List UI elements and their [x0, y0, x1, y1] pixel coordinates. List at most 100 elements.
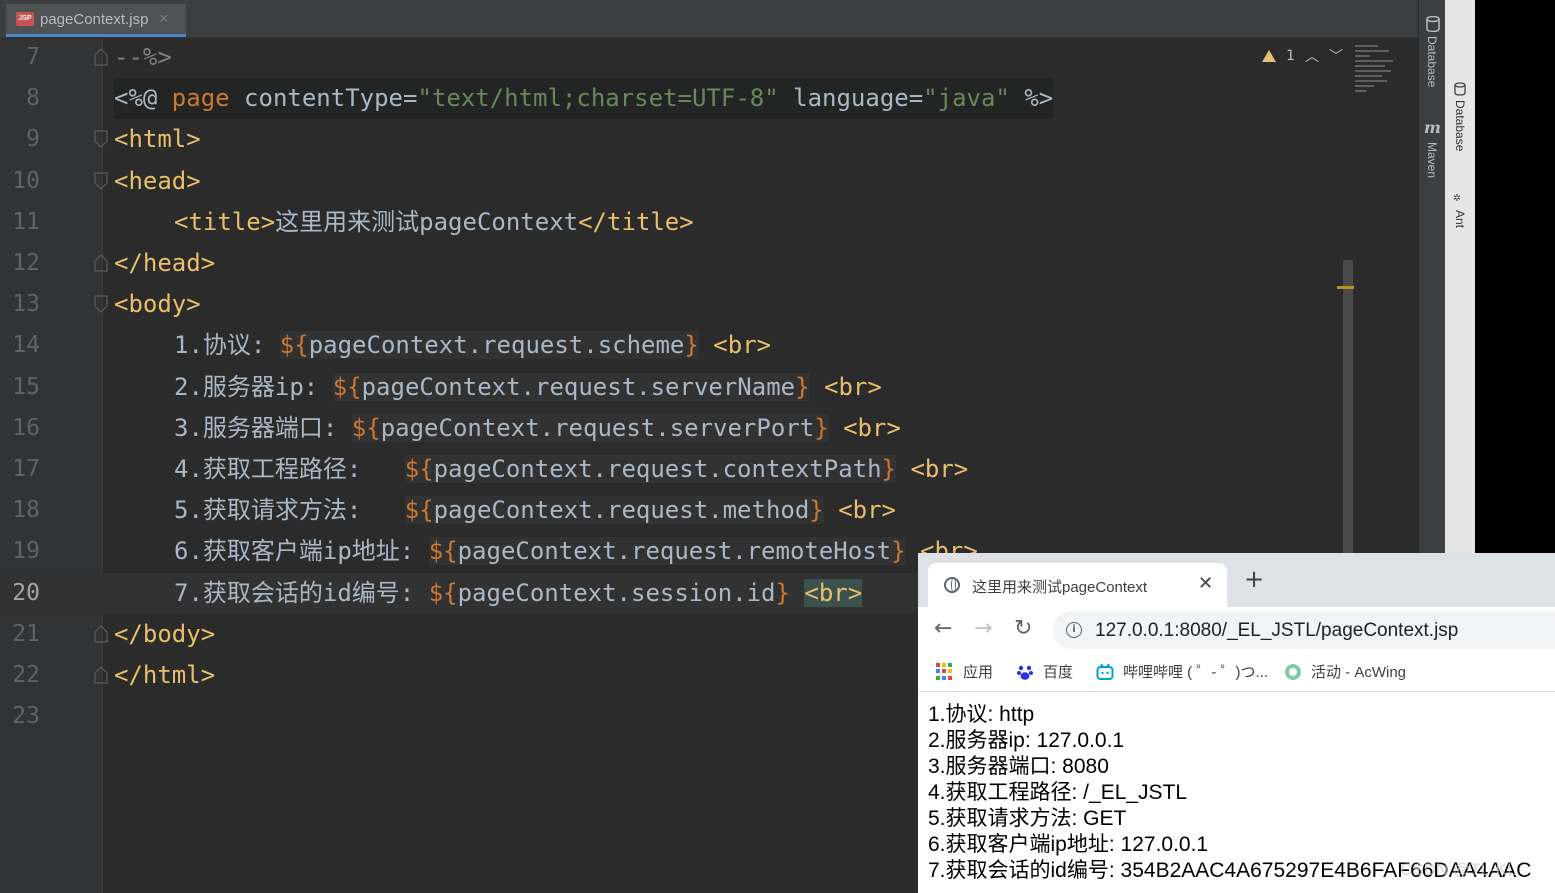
browser-window: 这里用来测试pageContext ✕ + ← → ↻ i 127.0.0.1:…	[918, 553, 1555, 893]
fold-marker-icon[interactable]	[94, 666, 108, 684]
code-text[interactable]: <title>这里用来测试pageContext</title>	[174, 202, 694, 243]
back-arrow-icon[interactable]: ←	[934, 616, 952, 642]
line-number: 9	[26, 126, 40, 153]
line-number: 13	[12, 291, 40, 318]
output-line: 1.协议: http	[928, 703, 1035, 726]
code-line[interactable]: 14 1.协议: ${pageContext.request.scheme} <b…	[0, 325, 1418, 366]
close-icon[interactable]: ✕	[158, 12, 169, 27]
url-text[interactable]: 127.0.0.1:8080/_EL_JSTL/pageContext.jsp	[1095, 620, 1458, 642]
line-number: 22	[12, 662, 40, 688]
fold-marker-icon[interactable]	[94, 130, 108, 149]
line-number: 14	[12, 332, 40, 359]
code-text[interactable]: <body>	[114, 284, 201, 325]
warning-count: 1	[1286, 48, 1295, 64]
code-line[interactable]: 8 <%@ page contentType="text/html;charset…	[0, 78, 1418, 120]
code-text[interactable]: <html>	[114, 119, 201, 160]
new-tab-button[interactable]: +	[1244, 567, 1264, 591]
line-number: 10	[12, 167, 40, 194]
line-number: 16	[12, 414, 40, 441]
scroll-marker	[1337, 286, 1354, 289]
database-icon	[1454, 82, 1466, 96]
database-tool-label[interactable]: Database	[1425, 36, 1439, 87]
maven-tool-label[interactable]: Maven	[1425, 142, 1439, 178]
code-text[interactable]: 6.获取客户端ip地址: ${pageContext.request.remot…	[174, 531, 978, 572]
editor-tab-label: pageContext.jsp	[40, 10, 149, 28]
output-line: 2.服务器ip: 127.0.0.1	[928, 729, 1125, 752]
reload-icon[interactable]: ↻	[1014, 616, 1032, 642]
chevron-down-icon[interactable]: ﹀	[1329, 46, 1343, 66]
editor-tab-pagecontext[interactable]: JSP pageContext.jsp ✕	[6, 4, 186, 37]
code-line[interactable]: 11 <title>这里用来测试pageContext</title>	[0, 202, 1418, 243]
jsp-file-icon: JSP	[16, 12, 34, 26]
code-line[interactable]: 9 <html>	[0, 119, 1418, 160]
code-text[interactable]: </head>	[114, 243, 215, 284]
code-text[interactable]: 2.服务器ip: ${pageContext.request.serverNam…	[174, 367, 882, 408]
code-text[interactable]: </body>	[114, 614, 215, 655]
code-line[interactable]: 18 5.获取请求方法: ${pageContext.request.method…	[0, 490, 1418, 531]
line-number: 15	[12, 373, 40, 400]
bookmark-baidu[interactable]: 百度	[1016, 661, 1073, 682]
code-line[interactable]: 12 </head>	[0, 243, 1418, 284]
close-icon[interactable]: ✕	[1198, 573, 1213, 594]
inspection-widget[interactable]: 1 ︿ ﹀	[1262, 46, 1343, 66]
minimap-preview	[1355, 42, 1393, 127]
chevron-up-icon[interactable]: ︿	[1305, 46, 1319, 66]
watermark: CSDN @TL-KL	[1400, 860, 1517, 879]
ant-tool-label: Ant	[1453, 210, 1467, 229]
address-bar[interactable]: i 127.0.0.1:8080/_EL_JSTL/pageContext.js…	[1053, 611, 1555, 649]
browser-tab-title: 这里用来测试pageContext	[972, 579, 1148, 596]
code-line[interactable]: 17 4.获取工程路径: ${pageContext.request.contex…	[0, 449, 1418, 490]
line-number: 19	[12, 538, 40, 565]
acwing-icon	[1284, 663, 1302, 681]
code-line[interactable]: 13 <body>	[0, 284, 1418, 325]
line-number: 17	[12, 456, 40, 482]
desktop-background	[1475, 0, 1555, 555]
apps-grid-icon	[936, 662, 954, 681]
browser-tab-strip: 这里用来测试pageContext ✕ +	[918, 553, 1555, 607]
info-icon[interactable]: i	[1066, 622, 1082, 638]
line-number: 18	[12, 497, 40, 524]
bilibili-tv-icon	[1096, 662, 1114, 681]
maven-icon: m	[1424, 118, 1441, 137]
editor-tab-bar: JSP pageContext.jsp ✕	[0, 0, 1418, 38]
code-text[interactable]: </html>	[114, 655, 215, 696]
editor-scrollbar[interactable]	[1343, 260, 1353, 560]
fold-marker-icon[interactable]	[94, 254, 108, 272]
code-text[interactable]: <head>	[114, 161, 201, 202]
bookmark-label: 活动 - AcWing	[1311, 664, 1407, 681]
code-line[interactable]: 15 2.服务器ip: ${pageContext.request.serverN…	[0, 367, 1418, 408]
code-text[interactable]: 1.协议: ${pageContext.request.scheme} <br>	[174, 325, 771, 366]
bookmark-label: 哔哩哔哩 ( ゜- ゜)つ...	[1123, 664, 1268, 681]
browser-tab-active[interactable]: 这里用来测试pageContext ✕	[928, 563, 1227, 607]
code-text[interactable]: 3.服务器端口: ${pageContext.request.serverPor…	[174, 408, 901, 449]
line-number: 23	[12, 703, 40, 730]
line-number: 11	[12, 208, 40, 235]
warning-icon	[1262, 50, 1277, 62]
code-text[interactable]: --%>	[114, 37, 172, 78]
bookmark-apps[interactable]: 应用	[936, 661, 993, 682]
bookmark-acwing[interactable]: 活动 - AcWing	[1284, 661, 1406, 682]
line-number: 20	[12, 579, 40, 606]
bookmarks-bar: 应用 百度 哔哩哔哩 ( ゜- ゜)つ... 活动 - AcWing	[918, 653, 1555, 692]
fold-marker-icon[interactable]	[94, 624, 108, 643]
fold-marker-icon[interactable]	[94, 48, 108, 66]
browser-toolbar: ← → ↻ i 127.0.0.1:8080/_EL_JSTL/pageCont…	[918, 607, 1555, 653]
code-line[interactable]: 10 <head>	[0, 161, 1418, 202]
fold-marker-icon[interactable]	[94, 171, 108, 190]
code-text[interactable]: 5.获取请求方法: ${pageContext.request.method} …	[174, 490, 896, 531]
output-line: 5.获取请求方法: GET	[928, 807, 1127, 830]
code-text[interactable]: 4.获取工程路径: ${pageContext.request.contextP…	[174, 449, 968, 490]
bookmark-bilibili[interactable]: 哔哩哔哩 ( ゜- ゜)つ...	[1096, 661, 1268, 682]
fold-marker-icon[interactable]	[94, 295, 108, 314]
code-text[interactable]: 7.获取会话的id编号: ${pageContext.session.id} <…	[174, 573, 863, 614]
ant-icon: ✲	[1453, 190, 1461, 205]
line-number: 7	[26, 44, 40, 70]
forward-arrow-icon[interactable]: →	[974, 616, 992, 642]
code-text[interactable]: <%@ page contentType="text/html;charset=…	[114, 78, 1054, 120]
code-line[interactable]: 7 --%>	[0, 37, 1418, 78]
code-line[interactable]: 16 3.服务器端口: ${pageContext.request.serverP…	[0, 408, 1418, 449]
database-icon	[1426, 16, 1440, 32]
bookmark-label: 应用	[963, 664, 994, 681]
database-tool-label: Database	[1453, 100, 1467, 152]
line-number: 21	[12, 620, 40, 647]
